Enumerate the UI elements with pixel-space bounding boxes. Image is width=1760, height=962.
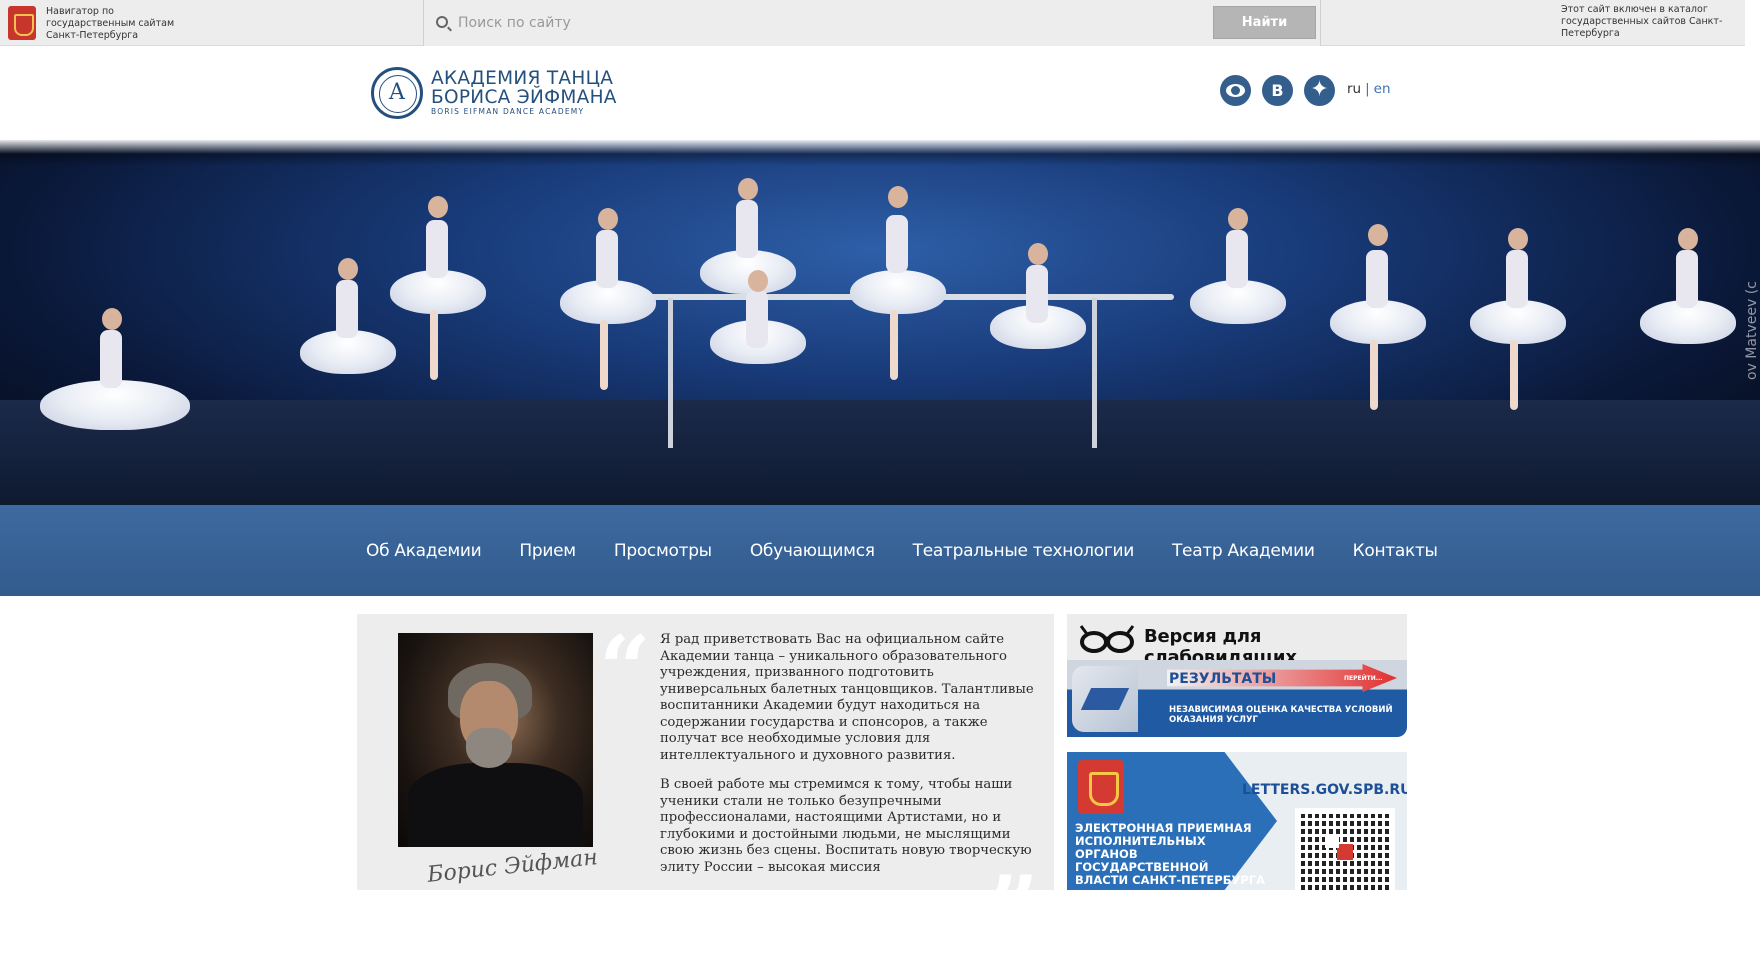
nav-item-contacts[interactable]: Контакты — [1353, 541, 1438, 561]
gov-navigator-text: Навигатор по государственным сайтам Санк… — [46, 6, 175, 41]
logo-title-line2: БОРИСА ЭЙФМАНА — [431, 87, 617, 108]
welcome-text: Я рад приветствовать Вас на официальном … — [660, 632, 1038, 889]
barre-leg — [668, 298, 673, 448]
results-logo-icon — [1072, 666, 1138, 732]
main-navigation: Об Академии Прием Просмотры Обучающимся … — [0, 505, 1760, 596]
barre-leg — [1092, 298, 1097, 448]
vk-icon[interactable]: В — [1262, 75, 1293, 106]
nav-item-admission[interactable]: Прием — [519, 541, 576, 561]
director-portrait — [398, 633, 593, 847]
language-switcher: ru | en — [1347, 81, 1391, 97]
compass-star-icon[interactable]: ✦ — [1304, 75, 1335, 106]
results-subtitle: НЕЗАВИСИМАЯ ОЦЕНКА КАЧЕСТВА УСЛОВИЙ ОКАЗ… — [1169, 705, 1393, 725]
gov-navigator-bar: Навигатор по государственным сайтам Санк… — [0, 0, 1745, 46]
hero-banner-photo: ov Matveev (c — [0, 140, 1760, 506]
results-banner[interactable]: РЕЗУЛЬТАТЫ ПЕРЕЙТИ... НЕЗАВИСИМАЯ ОЦЕНКА… — [1067, 660, 1407, 737]
logo-title-line1: АКАДЕМИЯ ТАНЦА — [431, 68, 614, 89]
lang-ru[interactable]: ru — [1347, 81, 1361, 97]
spb-emblem-icon — [8, 6, 36, 40]
search-input[interactable] — [458, 11, 1158, 35]
low-vision-banner[interactable]: Версия для слабовидящих — [1067, 614, 1407, 668]
academy-logo[interactable]: A АКАДЕМИЯ ТАНЦА БОРИСА ЭЙФМАНА BORIS EI… — [371, 67, 617, 119]
nav-item-about[interactable]: Об Академии — [366, 541, 482, 561]
logo-emblem-icon: A — [371, 67, 423, 119]
site-header: A АКАДЕМИЯ ТАНЦА БОРИСА ЭЙФМАНА BORIS EI… — [0, 46, 1760, 140]
letters-text: ЭЛЕКТРОННАЯ ПРИЕМНАЯ ИСПОЛНИТЕЛЬНЫХ ОРГА… — [1075, 821, 1266, 887]
director-signature: Борис Эйфман — [426, 845, 599, 888]
welcome-block: Борис Эйфман “ Я рад приветствовать Вас … — [357, 614, 1054, 954]
welcome-paragraph: Я рад приветствовать Вас на официальном … — [660, 632, 1034, 763]
results-go-label: ПЕРЕЙТИ... — [1344, 675, 1383, 682]
quote-open-mark: “ — [599, 616, 651, 722]
gov-catalog-link[interactable]: Этот сайт включен в каталог государствен… — [1561, 4, 1741, 40]
nav-item-academy-theatre[interactable]: Театр Академии — [1172, 541, 1315, 561]
spb-emblem-icon — [1078, 760, 1124, 814]
results-title: РЕЗУЛЬТАТЫ — [1169, 671, 1277, 687]
nav-item-theatre-tech[interactable]: Театральные технологии — [913, 541, 1135, 561]
header-icons: В ✦ — [1220, 75, 1346, 106]
search-button[interactable]: Найти — [1213, 6, 1316, 39]
welcome-paragraph: В своей работе мы стремимся к тому, чтоб… — [660, 777, 1032, 875]
logo-mark: A — [389, 80, 405, 105]
photo-credit: ov Matveev (c — [1744, 281, 1760, 380]
glasses-icon — [1079, 625, 1135, 653]
stage-floor — [0, 400, 1760, 506]
nav-item-auditions[interactable]: Просмотры — [614, 541, 712, 561]
logo-text: АКАДЕМИЯ ТАНЦА БОРИСА ЭЙФМАНА BORIS EIFM… — [431, 69, 617, 117]
quote-close-mark: ” — [987, 856, 1039, 962]
letters-gov-banner[interactable]: LETTERS.GOV.SPB.RU ЭЛЕКТРОННАЯ ПРИЕМНАЯ … — [1067, 752, 1407, 890]
search-bar: Найти — [423, 0, 1321, 46]
qr-code-icon — [1301, 814, 1389, 890]
lang-en[interactable]: en — [1374, 81, 1391, 97]
lang-separator: | — [1365, 81, 1370, 97]
eye-icon[interactable] — [1220, 75, 1251, 106]
search-icon — [436, 16, 448, 28]
nav-items: Об Академии Прием Просмотры Обучающимся … — [366, 505, 1476, 596]
gov-navigator-link[interactable]: Навигатор по государственным сайтам Санк… — [8, 6, 186, 42]
letters-url: LETTERS.GOV.SPB.RU — [1242, 782, 1407, 798]
logo-subtitle: BORIS EIFMAN DANCE ACADEMY — [431, 107, 585, 116]
nav-item-students[interactable]: Обучающимся — [750, 541, 875, 561]
